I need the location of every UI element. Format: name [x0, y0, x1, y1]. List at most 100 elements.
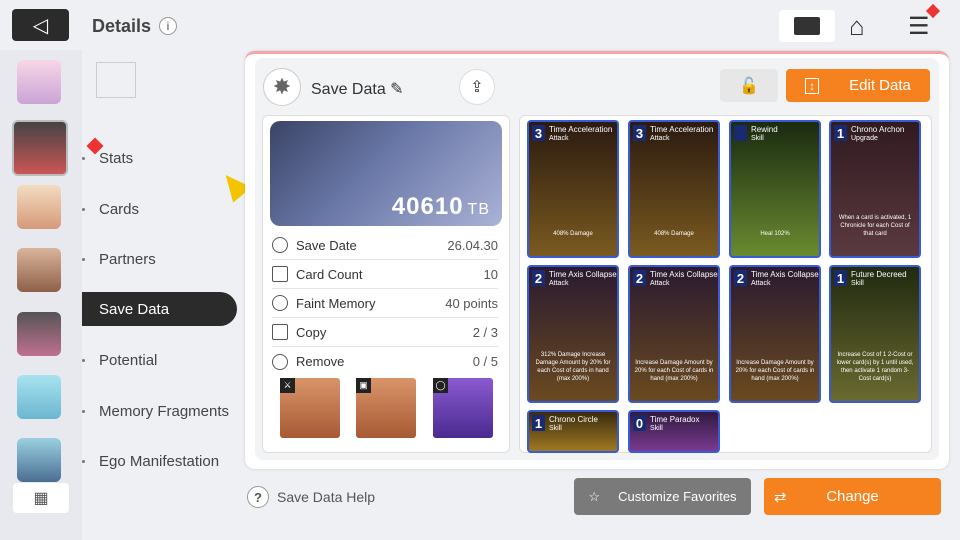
- card-type: Attack: [650, 280, 670, 287]
- card-type: Skill: [751, 135, 764, 142]
- card-item[interactable]: Rewind Skill Heal 102%: [729, 120, 821, 258]
- equipment-weapon[interactable]: ⚔: [280, 378, 340, 438]
- character-list: [0, 50, 82, 540]
- hamburger-icon: ☰: [908, 13, 930, 40]
- card-desc: When a card is activated, 1 Chronicle fo…: [838, 215, 912, 237]
- customize-favorites-button[interactable]: ☆ Customize Favorites: [574, 478, 751, 515]
- card-desc: Increase Cost of 1 2-Cost or lower card(…: [836, 352, 914, 382]
- character-avatar[interactable]: [17, 60, 61, 104]
- card-name: Chrono Circle: [549, 415, 598, 424]
- menu-item-potential[interactable]: Potential: [82, 343, 237, 377]
- card-desc: Increase Damage Amount by 20% for each C…: [735, 360, 815, 382]
- menu-item-partners[interactable]: Partners: [82, 242, 237, 276]
- id-card-button[interactable]: [779, 10, 835, 42]
- card-cost: 3: [633, 125, 646, 141]
- card-desc: 408% Damage: [654, 231, 694, 237]
- card-type: Skill: [549, 425, 562, 432]
- grid-icon: ▦: [33, 490, 49, 507]
- save-amount: 40610 TB: [391, 193, 490, 220]
- card-cost: [734, 125, 747, 141]
- card-type: Upgrade: [851, 135, 878, 142]
- card-type: Attack: [549, 280, 569, 287]
- card-desc: 408% Damage: [553, 231, 593, 237]
- character-avatar[interactable]: [17, 438, 61, 482]
- card-item[interactable]: 2 Time Axis Collapse Attack Increase Damage…: [628, 265, 720, 403]
- share-icon: ⇪: [470, 79, 484, 96]
- stat-row: Copy 2 / 3: [272, 318, 498, 347]
- card-item[interactable]: 2 Time Axis Collapse Attack Increase Damage…: [729, 265, 821, 403]
- edit-icon: ↕: [805, 77, 820, 94]
- menu-item-cards[interactable]: Cards: [82, 192, 237, 226]
- stat-row: Card Count 10: [272, 260, 498, 289]
- card-cost: 2: [532, 270, 545, 286]
- card-cost: 0: [633, 415, 646, 431]
- pencil-icon[interactable]: ✎: [390, 81, 403, 98]
- menu-item-ego-manifestation[interactable]: Ego Manifestation: [82, 444, 237, 478]
- card-desc: 312% Damage Increase Damage Amount by 20…: [535, 352, 611, 382]
- card-item[interactable]: 3 Time Acceleration Attack 408% Damage: [628, 120, 720, 258]
- card-type: Attack: [650, 135, 670, 142]
- ring-icon: ◯: [433, 378, 448, 393]
- card-name: Time Axis Collapse: [650, 270, 718, 279]
- info-icon[interactable]: i: [159, 17, 177, 35]
- card-item[interactable]: 2 Time Axis Collapse Attack 312% Damage Inc…: [527, 265, 619, 403]
- card-cost: 3: [532, 125, 545, 141]
- card-name: Time Paradox: [650, 415, 700, 424]
- menu-button[interactable]: ☰: [908, 3, 941, 40]
- card-type: Skill: [650, 425, 663, 432]
- memory-icon: [272, 295, 288, 311]
- home-button[interactable]: ⌂: [849, 11, 879, 41]
- card-icon: [272, 266, 288, 282]
- card-cost: 1: [834, 270, 847, 286]
- character-avatar[interactable]: [17, 312, 61, 356]
- menu-item-save-data[interactable]: Save Data: [82, 292, 237, 326]
- character-avatar[interactable]: [17, 375, 61, 419]
- card-item[interactable]: 1 Chrono Archon Upgrade When a card is acti…: [829, 120, 921, 258]
- card-desc: Heal 102%: [760, 231, 790, 237]
- remove-icon: [272, 353, 288, 370]
- id-card-icon: [794, 17, 820, 35]
- change-button[interactable]: ⇄ Change: [764, 478, 941, 515]
- card-item[interactable]: 1 Future Decreed Skill Increase Cost of 1 2…: [829, 265, 921, 403]
- page-title: Details: [92, 16, 152, 36]
- logo: [96, 62, 136, 98]
- equipment-ring[interactable]: ◯: [433, 378, 493, 438]
- lock-icon: 🔓: [739, 77, 759, 95]
- menu-item-stats[interactable]: Stats: [82, 141, 237, 175]
- card-item[interactable]: 1 Chrono Circle Skill: [527, 410, 619, 453]
- edit-data-button[interactable]: ↕ Edit Data: [786, 69, 930, 102]
- card-item[interactable]: 0 Time Paradox Skill: [628, 410, 720, 453]
- lock-button[interactable]: 🔓: [720, 69, 778, 102]
- card-cost: 2: [734, 270, 747, 286]
- card-name: Chrono Archon: [851, 125, 905, 134]
- back-button[interactable]: ◁: [12, 9, 69, 41]
- clock-icon: [272, 237, 288, 253]
- equipment-armor[interactable]: ▣: [356, 378, 416, 438]
- card-name: Rewind: [751, 125, 778, 134]
- stat-row: Faint Memory 40 points: [272, 289, 498, 318]
- card-desc: Increase Damage Amount by 20% for each C…: [634, 360, 714, 382]
- swap-icon: ⇄: [774, 488, 787, 506]
- card-name: Time Acceleration: [549, 125, 613, 134]
- copy-icon: [272, 324, 288, 340]
- character-avatar-selected[interactable]: [12, 120, 68, 176]
- star-emblem-icon: ✸: [263, 68, 301, 106]
- character-avatar[interactable]: [17, 185, 61, 229]
- card-cost: 1: [834, 125, 847, 141]
- card-name: Future Decreed: [851, 270, 907, 279]
- armor-icon: ▣: [356, 378, 371, 393]
- stat-row: Save Date 26.04.30: [272, 231, 498, 260]
- card-item[interactable]: 3 Time Acceleration Attack 408% Damage: [527, 120, 619, 258]
- card-cost: 2: [633, 270, 646, 286]
- card-type: Skill: [851, 280, 864, 287]
- card-type: Attack: [549, 135, 569, 142]
- save-data-help[interactable]: ? Save Data Help: [247, 486, 375, 508]
- card-name: Time Acceleration: [650, 125, 714, 134]
- character-avatar[interactable]: [17, 248, 61, 292]
- sword-icon: ⚔: [280, 378, 295, 393]
- save-data-title[interactable]: Save Data ✎: [311, 79, 404, 99]
- card-type: Attack: [751, 280, 771, 287]
- grid-view-button[interactable]: ▦: [13, 483, 69, 513]
- menu-item-memory-fragments[interactable]: Memory Fragments: [82, 394, 237, 428]
- share-button[interactable]: ⇪: [459, 69, 495, 105]
